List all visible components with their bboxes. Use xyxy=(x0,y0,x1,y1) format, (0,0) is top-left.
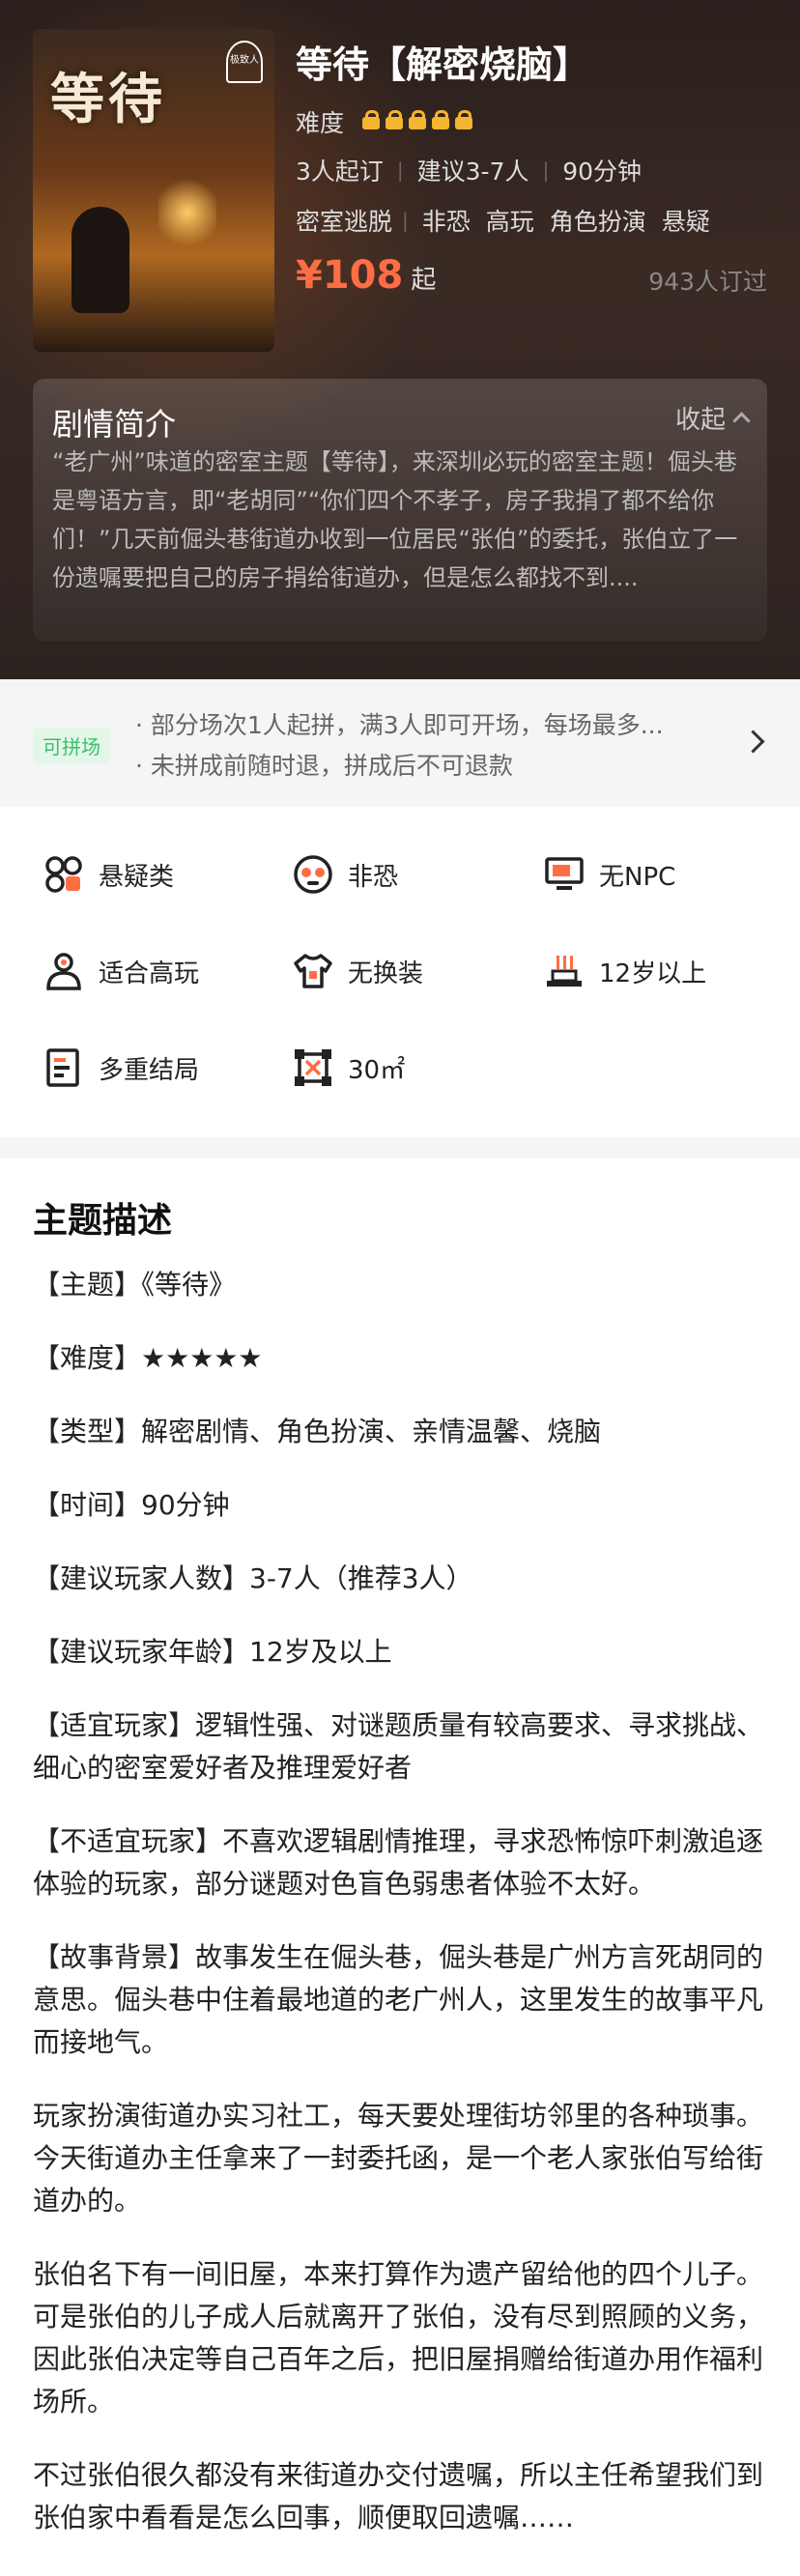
feature-label: 非恐 xyxy=(348,862,399,892)
shirt-icon xyxy=(294,954,332,988)
poster-figure xyxy=(71,207,129,313)
poster-logo: 极致人 xyxy=(226,41,263,83)
chevron-up-icon xyxy=(732,412,751,430)
area-icon xyxy=(295,1049,331,1086)
lock-icon xyxy=(361,110,381,129)
lock-icon xyxy=(408,110,427,129)
lock-icon xyxy=(385,110,404,129)
poster-title: 等待 xyxy=(50,68,166,131)
story-card: 剧情简介 收起 “老广州”味道的密室主题【等待】，来深圳必玩的密室主题！倔头巷是… xyxy=(33,379,767,642)
group-booking-rule-2: · 未拼成前随时退，拼成后不可退款 xyxy=(135,752,513,780)
puzzle-grid-icon xyxy=(45,856,82,893)
feature-age: 12岁以上 xyxy=(543,950,706,992)
group-booking-bar[interactable]: 可拼场 · 部分场次1人起拼，满3人即可开场，每场最多... · 未拼成前随时退… xyxy=(0,679,800,807)
price-value: ¥108 xyxy=(296,253,404,298)
desc-theme: 【主题】《等待》 xyxy=(33,1269,237,1301)
meta-suggest-players: 建议3-7人 xyxy=(416,157,529,186)
story-collapse-label: 收起 xyxy=(674,406,726,435)
feature-label: 适合高玩 xyxy=(99,959,200,988)
description-heading: 主题描述 xyxy=(33,1201,173,1241)
desc-story-3: 不过张伯很久都没有来街道办交付遗嘱，所以主任希望我们到张伯家中看看是怎么回事，顺… xyxy=(33,2459,764,2533)
feature-label: 12岁以上 xyxy=(599,959,707,988)
booked-count: 943人订过 xyxy=(648,268,767,296)
story-heading: 剧情简介 xyxy=(52,406,177,443)
desc-type: 【类型】解密剧情、角色扮演、亲情温馨、烧脑 xyxy=(33,1416,602,1447)
desc-story-1: 玩家扮演街道办实习社工，每天要处理街坊邻里的各种琐事。今天街道办主任拿来了一封委… xyxy=(33,2100,764,2217)
meta-row: 3人起订 | 建议3-7人 | 90分钟 xyxy=(296,153,642,187)
feature-label: 无换装 xyxy=(348,959,424,988)
desc-story-2: 张伯名下有一间旧屋，本来打算作为遗产留给他的四个儿子。可是张伯的儿子成人后就离开… xyxy=(33,2258,764,2418)
tag-separator: | xyxy=(402,209,409,232)
lock-icon xyxy=(431,110,450,129)
feature-label: 30㎡ xyxy=(348,1055,406,1085)
tag-expert: 高玩 xyxy=(485,208,534,236)
room-title: 等待【解密烧脑】 xyxy=(296,43,590,86)
story-collapse-button[interactable]: 收起 xyxy=(674,400,751,436)
hero-section: 等待 极致人 等待【解密烧脑】 难度 3人起订 | 建议3-7人 | 90分钟 … xyxy=(0,0,800,679)
difficulty-locks xyxy=(361,110,477,133)
feature-suspense: 悬疑类 xyxy=(43,853,174,896)
group-booking-rule-1: · 部分场次1人起拼，满3人即可开场，每场最多... xyxy=(135,711,664,739)
tag-suspense: 悬疑 xyxy=(661,208,710,236)
section-divider xyxy=(0,1137,800,1159)
chevron-right-icon[interactable] xyxy=(741,730,765,754)
difficulty-row: 难度 xyxy=(296,104,477,139)
person-icon xyxy=(46,953,81,990)
poster-image[interactable]: 等待 极致人 xyxy=(33,29,274,352)
tag-escape-room: 密室逃脱 xyxy=(296,208,393,236)
tag-non-horror: 非恐 xyxy=(421,208,471,236)
feature-area: 30㎡ xyxy=(292,1046,405,1089)
features-grid: 悬疑类 非恐 无NPC 适合高玩 无换装 12岁以上 多重结局 30㎡ xyxy=(0,807,800,1137)
feature-expert: 适合高玩 xyxy=(43,950,199,992)
tag-roleplay: 角色扮演 xyxy=(549,208,646,236)
desc-unsuitable-players: 【不适宜玩家】不喜欢逻辑剧情推理，寻求恐怖惊吓刺激追逐体验的玩家，部分谜题对色盲… xyxy=(33,1825,764,1900)
group-booking-badge: 可拼场 xyxy=(33,728,110,763)
desc-duration: 【时间】90分钟 xyxy=(33,1489,230,1521)
feature-label: 多重结局 xyxy=(99,1055,200,1085)
meta-separator: | xyxy=(396,158,404,182)
desc-difficulty: 【难度】★★★★★ xyxy=(33,1342,263,1374)
story-text: “老广州”味道的密室主题【等待】，来深圳必玩的密室主题！倔头巷是粤语方言，即“老… xyxy=(52,448,738,591)
difficulty-label: 难度 xyxy=(296,109,345,137)
desc-player-age: 【建议玩家年龄】12岁及以上 xyxy=(33,1636,392,1668)
feature-label: 悬疑类 xyxy=(99,862,175,892)
feature-non-horror: 非恐 xyxy=(292,853,398,896)
tags-row: 密室逃脱 | 非恐 高玩 角色扮演 悬疑 xyxy=(296,203,726,238)
stairs-icon xyxy=(547,956,582,987)
desc-background: 【故事背景】故事发生在倔头巷，倔头巷是广州方言死胡同的意思。倔头巷中住着最地道的… xyxy=(33,1941,764,2058)
feature-no-costume: 无换装 xyxy=(292,950,423,992)
meta-min-players: 3人起订 xyxy=(296,157,384,186)
monitor-icon xyxy=(545,857,584,890)
meta-duration: 90分钟 xyxy=(562,157,643,186)
lock-icon xyxy=(454,110,473,129)
feature-label: 无NPC xyxy=(599,862,676,892)
face-icon xyxy=(294,855,332,894)
feature-no-npc: 无NPC xyxy=(543,853,675,896)
theme-description: 主题描述 【主题】《等待》 【难度】★★★★★ 【类型】解密剧情、角色扮演、亲情… xyxy=(33,1181,767,2570)
poster-lantern xyxy=(158,174,216,251)
price-suffix: 起 xyxy=(411,266,437,295)
feature-multi-ending: 多重结局 xyxy=(43,1046,199,1089)
document-icon xyxy=(46,1048,79,1087)
desc-suitable-players: 【适宜玩家】逻辑性强、对谜题质量有较高要求、寻求挑战、细心的密室爱好者及推理爱好… xyxy=(33,1709,764,1784)
desc-player-count: 【建议玩家人数】3-7人（推荐3人） xyxy=(33,1562,473,1594)
meta-separator: | xyxy=(542,158,550,182)
